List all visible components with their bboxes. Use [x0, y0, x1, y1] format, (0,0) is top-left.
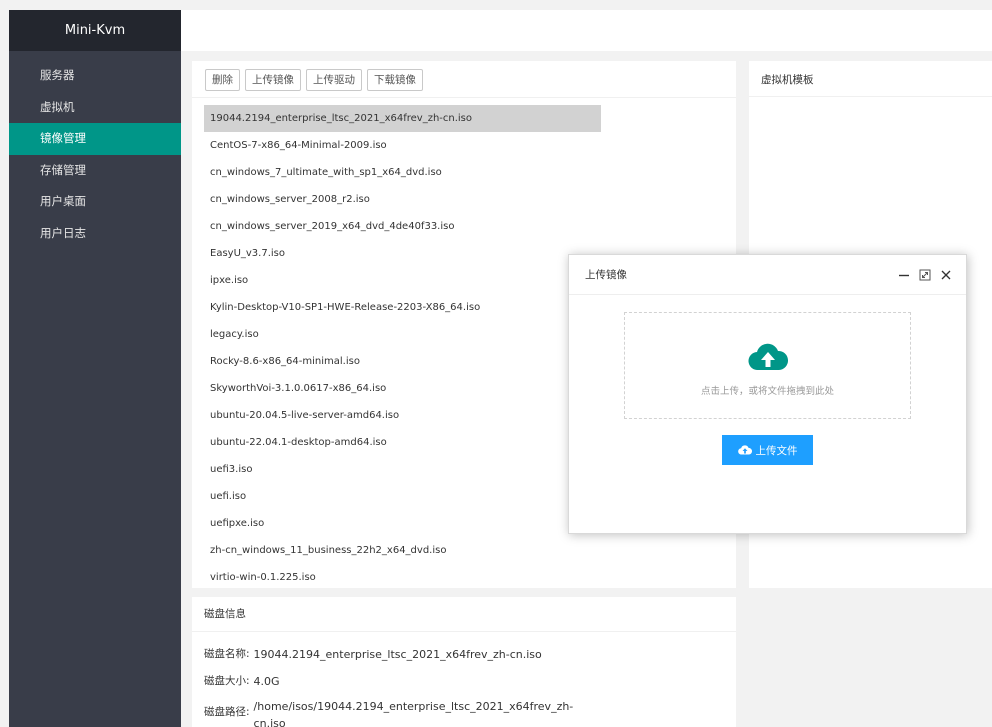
list-item[interactable]: CentOS-7-x86_64-Minimal-2009.iso	[192, 132, 736, 159]
upload-file-label: 上传文件	[755, 444, 798, 457]
disk-name-row: 磁盘名称: 19044.2194_enterprise_ltsc_2021_x6…	[192, 641, 736, 668]
download-image-button[interactable]: 下载镜像	[367, 69, 423, 91]
upload-driver-button[interactable]: 上传驱动	[306, 69, 362, 91]
sidebar: Mini-Kvm 服务器 虚拟机 镜像管理 存储管理 用户桌面 用户日志	[9, 10, 181, 727]
sidebar-item-desktops[interactable]: 用户桌面	[9, 186, 181, 218]
sidebar-item-storage[interactable]: 存储管理	[9, 155, 181, 187]
dialog-tools	[898, 255, 952, 295]
top-header	[181, 10, 992, 51]
disk-name-label: 磁盘名称:	[204, 648, 250, 660]
sidebar-menu: 服务器 虚拟机 镜像管理 存储管理 用户桌面 用户日志	[9, 60, 181, 249]
upload-dropzone[interactable]: 点击上传，或将文件拖拽到此处	[624, 312, 911, 419]
close-icon[interactable]	[940, 269, 952, 281]
upload-image-dialog: 上传镜像 点击上传，或将文件拖拽到此处 上传文件	[568, 254, 967, 534]
minimize-icon[interactable]	[898, 269, 910, 281]
disk-info-card: 磁盘信息 磁盘名称: 19044.2194_enterprise_ltsc_20…	[192, 597, 736, 727]
disk-info-title: 磁盘信息	[192, 597, 736, 632]
sidebar-item-images[interactable]: 镜像管理	[9, 123, 181, 155]
image-toolbar: 删除 上传镜像 上传驱动 下载镜像	[192, 61, 736, 98]
disk-path-label: 磁盘路径:	[204, 706, 250, 718]
sidebar-item-vms[interactable]: 虚拟机	[9, 92, 181, 124]
upload-file-button[interactable]: 上传文件	[722, 435, 813, 465]
cloud-upload-icon	[737, 445, 752, 455]
delete-button[interactable]: 删除	[205, 69, 240, 91]
list-item[interactable]: cn_windows_server_2008_r2.iso	[192, 186, 736, 213]
disk-path-row: 磁盘路径: /home/isos/19044.2194_enterprise_l…	[192, 698, 736, 727]
sidebar-item-servers[interactable]: 服务器	[9, 60, 181, 92]
disk-path-value: /home/isos/19044.2194_enterprise_ltsc_20…	[253, 700, 574, 727]
list-item[interactable]: zh-cn_windows_11_business_22h2_x64_dvd.i…	[192, 537, 736, 564]
list-item[interactable]: cn_windows_7_ultimate_with_sp1_x64_dvd.i…	[192, 159, 736, 186]
disk-name-value: 19044.2194_enterprise_ltsc_2021_x64frev_…	[253, 648, 542, 661]
maximize-icon[interactable]	[919, 269, 931, 281]
brand-logo: Mini-Kvm	[9, 10, 181, 51]
list-item[interactable]: 19044.2194_enterprise_ltsc_2021_x64frev_…	[204, 105, 601, 132]
list-item[interactable]: cn_windows_server_2019_x64_dvd_4de40f33.…	[192, 213, 736, 240]
disk-size-row: 磁盘大小: 4.0G	[192, 668, 736, 695]
dialog-header: 上传镜像	[569, 255, 966, 295]
list-item[interactable]: virtio-win-0.1.225.iso	[192, 564, 736, 591]
sidebar-item-logs[interactable]: 用户日志	[9, 218, 181, 250]
disk-size-value: 4.0G	[253, 675, 280, 688]
disk-size-label: 磁盘大小:	[204, 675, 250, 687]
dialog-title: 上传镜像	[585, 269, 627, 281]
cloud-upload-icon	[748, 343, 789, 374]
upload-image-button[interactable]: 上传镜像	[245, 69, 301, 91]
vm-template-title: 虚拟机模板	[749, 61, 992, 97]
dropzone-hint: 点击上传，或将文件拖拽到此处	[700, 386, 834, 397]
